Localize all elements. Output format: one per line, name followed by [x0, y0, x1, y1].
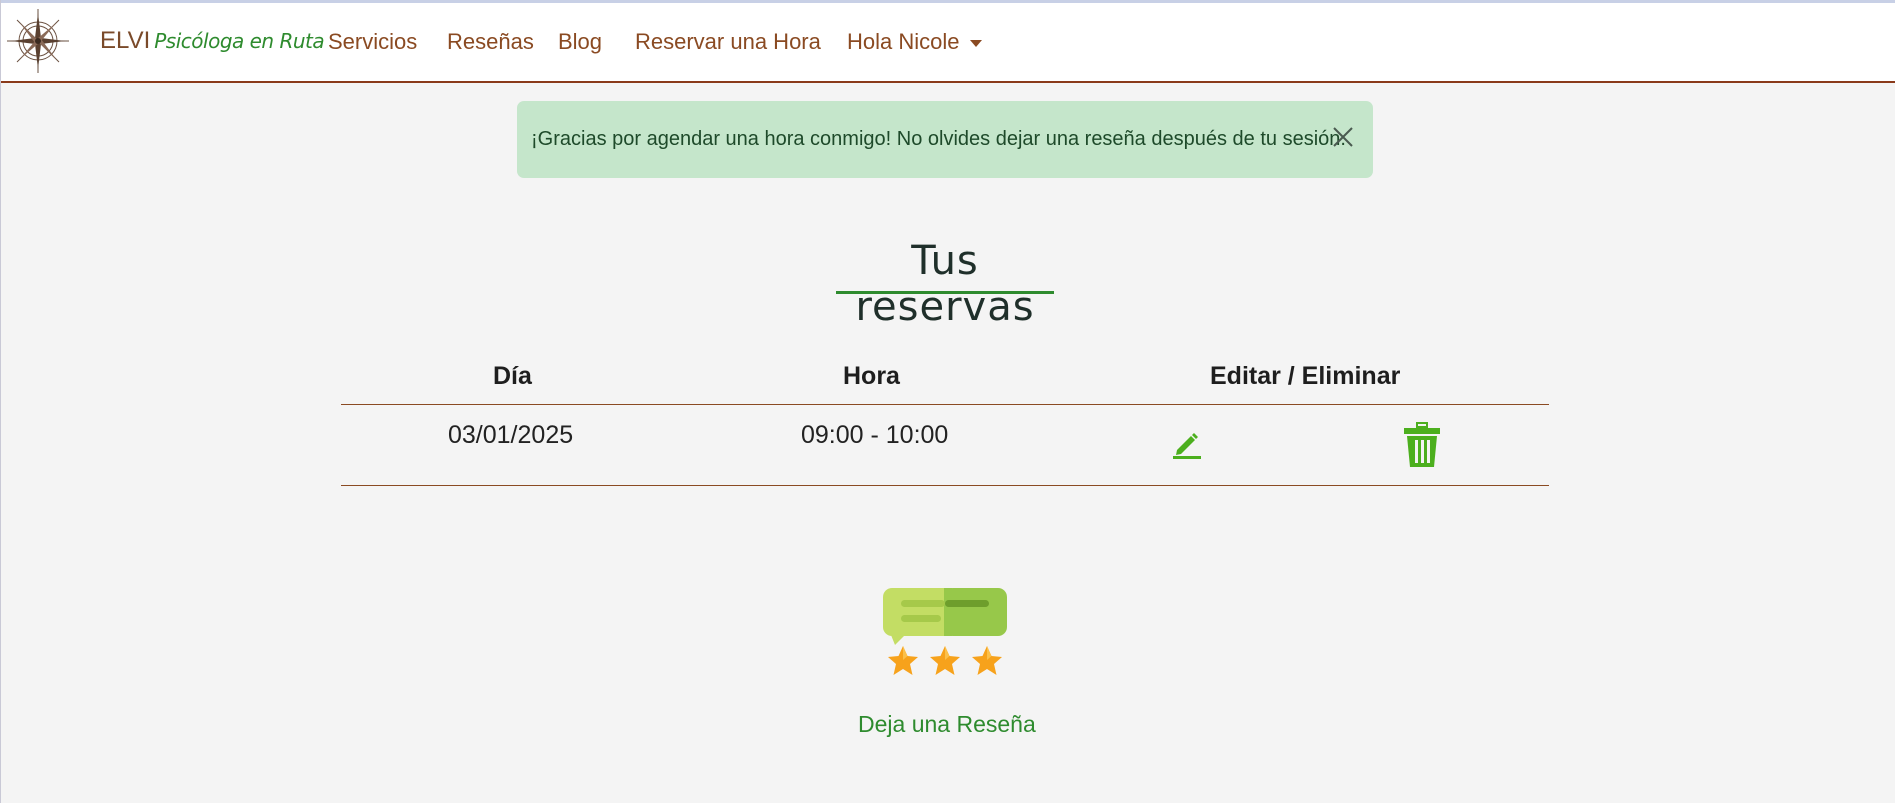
compass-rose-icon[interactable] — [5, 7, 71, 75]
column-header-editar-eliminar: Editar / Eliminar — [1210, 362, 1401, 390]
nav-reservar[interactable]: Reservar una Hora — [635, 29, 821, 55]
row-divider — [341, 485, 1549, 486]
column-header-hora: Hora — [843, 362, 900, 390]
trash-icon[interactable] — [1401, 422, 1443, 468]
success-alert: ¡Gracias por agendar una hora conmigo! N… — [517, 101, 1373, 178]
brand-tagline: Psicóloga en Ruta — [154, 29, 325, 53]
reservation-time: 09:00 - 10:00 — [801, 421, 949, 449]
header-divider — [341, 404, 1549, 405]
brand[interactable]: ELVI Psicóloga en Ruta — [100, 27, 325, 55]
nav-resenas[interactable]: Reseñas — [447, 29, 534, 55]
user-menu-dropdown[interactable]: Hola Nicole — [847, 29, 982, 55]
nav-blog[interactable]: Blog — [558, 29, 602, 55]
reservation-day: 03/01/2025 — [448, 421, 574, 449]
pencil-icon[interactable] — [1171, 428, 1203, 460]
title-underline — [836, 291, 1054, 294]
page-title: Tus reservas — [855, 238, 1035, 330]
close-icon[interactable] — [1331, 125, 1355, 149]
column-header-dia: Día — [493, 362, 532, 390]
brand-name: ELVI — [100, 27, 151, 54]
leave-review-link[interactable]: Deja una Reseña — [858, 711, 1036, 738]
user-menu-label: Hola Nicole — [847, 29, 960, 54]
nav-servicios[interactable]: Servicios — [328, 29, 417, 55]
alert-message: ¡Gracias por agendar una hora conmigo! N… — [531, 128, 1346, 150]
page-title-block: Tus reservas — [836, 238, 1054, 330]
review-stars-icon[interactable] — [881, 585, 1009, 685]
navbar: ELVI Psicóloga en Ruta Servicios Reseñas … — [1, 3, 1895, 83]
caret-down-icon — [969, 39, 982, 47]
